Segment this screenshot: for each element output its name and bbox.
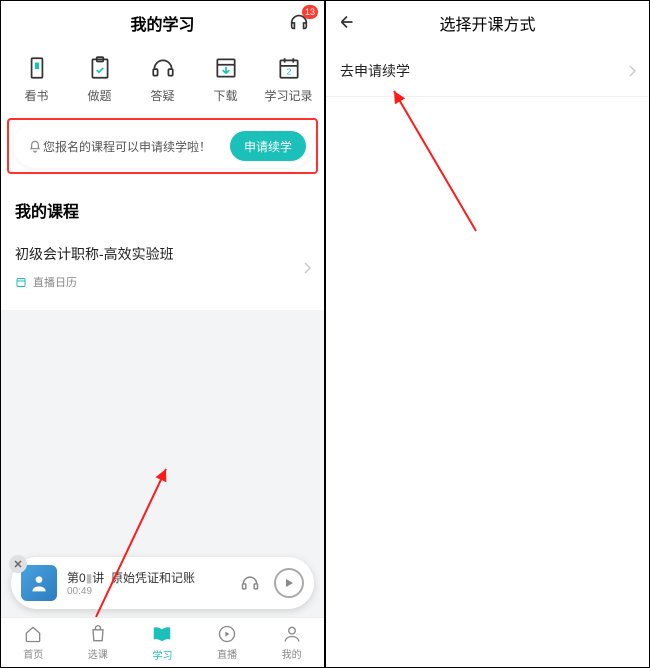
my-courses-heading: 我的课程 <box>1 174 324 234</box>
course-sub: 直播日历 <box>15 274 310 290</box>
left-header: 我的学习 13 <box>1 1 324 45</box>
notifications-badge: 13 <box>302 5 318 19</box>
nav-read[interactable]: 看书 <box>9 55 65 104</box>
back-button[interactable] <box>336 11 358 33</box>
tab-label: 学习 <box>152 647 172 662</box>
mini-player[interactable]: 第0▮讲 原始凭证和记账 00:49 <box>11 557 314 609</box>
tab-live[interactable]: 直播 <box>195 618 260 667</box>
nav-label: 答疑 <box>150 87 174 104</box>
notifications-button[interactable]: 13 <box>288 11 310 33</box>
renew-banner-highlight: 您报名的课程可以申请续学啦！ 申请续学 <box>1 118 324 174</box>
home-icon <box>23 624 43 644</box>
nav-label: 看书 <box>24 87 48 104</box>
tab-label: 首页 <box>23 646 43 661</box>
tab-label: 我的 <box>282 646 302 661</box>
tab-label: 选课 <box>88 646 108 661</box>
player-meta: 第0▮讲 原始凭证和记账 00:49 <box>67 569 226 597</box>
tab-study[interactable]: 学习 <box>130 618 195 667</box>
bottom-tabbar: 首页 选课 学习 直播 我的 <box>1 617 324 667</box>
annotation-arrow-right <box>376 81 496 241</box>
nav-label: 下载 <box>213 87 237 104</box>
chevron-right-icon <box>627 64 637 78</box>
play-circle-icon <box>217 624 237 644</box>
open-book-icon <box>151 623 173 645</box>
calendar-icon: 2 <box>276 55 302 81</box>
player-time: 00:49 <box>67 586 226 597</box>
bell-icon <box>27 138 43 154</box>
top-nav: 看书 做题 答疑 下载 2 学习记录 <box>1 45 324 118</box>
page-title: 我的学习 <box>130 11 194 35</box>
tab-me[interactable]: 我的 <box>259 618 324 667</box>
page-title: 选择开课方式 <box>439 11 535 35</box>
nav-exercise[interactable]: 做题 <box>72 55 128 104</box>
calendar-small-icon <box>15 276 27 288</box>
nav-label: 做题 <box>87 87 111 104</box>
apply-renew-row[interactable]: 去申请续学 <box>326 45 649 97</box>
course-row[interactable]: 初级会计职称-高效实验班 直播日历 <box>1 234 324 302</box>
apply-renew-button[interactable]: 申请续学 <box>230 131 306 161</box>
nav-history[interactable]: 2 学习记录 <box>261 55 317 104</box>
person-icon <box>282 624 302 644</box>
close-icon <box>13 559 23 569</box>
tab-courses[interactable]: 选课 <box>66 618 131 667</box>
renew-banner: 您报名的课程可以申请续学啦！ 申请续学 <box>13 124 312 168</box>
player-close-button[interactable] <box>9 555 27 573</box>
right-screen: 选择开课方式 去申请续学 <box>326 1 649 667</box>
row-label: 去申请续学 <box>340 61 410 81</box>
svg-text:2: 2 <box>286 67 291 77</box>
bag-icon <box>88 624 108 644</box>
player-audio-button[interactable] <box>236 569 264 597</box>
nav-qa[interactable]: 答疑 <box>135 55 191 104</box>
player-thumbnail <box>21 565 57 601</box>
book-icon <box>24 55 50 81</box>
play-icon <box>283 577 295 589</box>
banner-text: 您报名的课程可以申请续学啦！ <box>43 138 230 155</box>
right-header: 选择开课方式 <box>326 1 649 45</box>
arrow-left-icon <box>336 11 358 33</box>
empty-area <box>1 310 324 667</box>
headphones-icon <box>240 573 260 593</box>
download-icon <box>213 55 239 81</box>
nav-download[interactable]: 下载 <box>198 55 254 104</box>
tab-label: 直播 <box>217 646 237 661</box>
course-sub-label: 直播日历 <box>33 274 77 290</box>
course-name: 初级会计职称-高效实验班 <box>15 244 310 264</box>
left-screen: 我的学习 13 看书 做题 答疑 下载 <box>1 1 326 667</box>
player-title: 第0▮讲 原始凭证和记账 <box>67 569 226 586</box>
headphones-icon <box>150 55 176 81</box>
player-play-button[interactable] <box>274 568 304 598</box>
clipboard-icon <box>87 55 113 81</box>
tab-home[interactable]: 首页 <box>1 618 66 667</box>
nav-label: 学习记录 <box>264 87 312 104</box>
chevron-right-icon <box>302 261 312 275</box>
